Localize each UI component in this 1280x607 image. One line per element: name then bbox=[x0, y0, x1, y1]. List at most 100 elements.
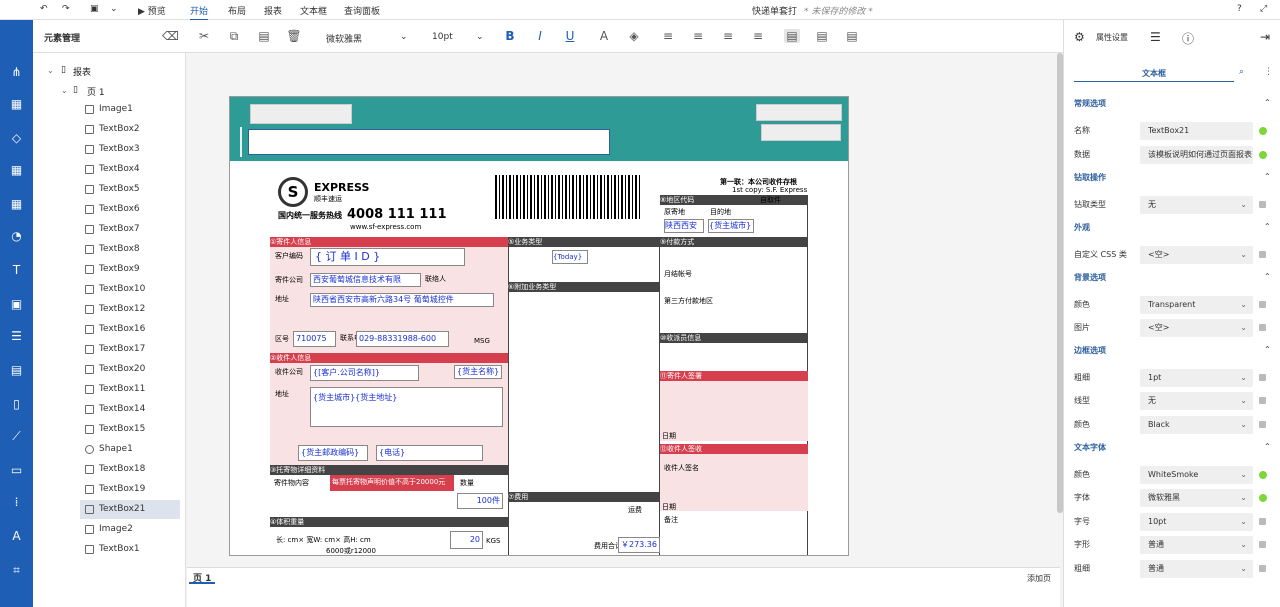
header-slogan-box[interactable] bbox=[761, 124, 841, 141]
field-data_value[interactable]: 该模板说明如何通过页面报表 bbox=[1140, 146, 1253, 164]
chevron-down-icon[interactable]: ⌄ bbox=[476, 32, 484, 42]
line-chart-icon[interactable]: ⟋ bbox=[8, 428, 25, 445]
chevron-down-icon[interactable]: ⌄ bbox=[47, 66, 54, 75]
sender-tel-field[interactable]: 029-88331988-600 bbox=[356, 331, 449, 347]
tree-item-textbox19[interactable]: TextBox19 bbox=[85, 484, 145, 494]
components-icon[interactable]: ▦ bbox=[8, 96, 25, 113]
search-icon[interactable]: ⌕ bbox=[1239, 67, 1244, 77]
binding-indicator-icon[interactable] bbox=[1259, 397, 1266, 404]
document-icon[interactable]: ▯ bbox=[8, 396, 25, 413]
field-border_width_value[interactable]: 1pt ⌄ bbox=[1140, 369, 1253, 387]
selected-textbox-21[interactable] bbox=[248, 129, 610, 155]
tree-item-textbox21[interactable]: TextBox21 bbox=[85, 504, 145, 514]
align-justify-icon[interactable]: ≡ bbox=[750, 29, 766, 43]
richtext-icon[interactable]: A bbox=[8, 528, 25, 545]
binding-indicator-icon[interactable] bbox=[1259, 374, 1266, 381]
align-left-icon[interactable]: ≡ bbox=[660, 29, 676, 43]
collapse-chevron-icon[interactable]: ⌃ bbox=[1264, 98, 1271, 107]
chevron-down-icon[interactable]: ⌄ bbox=[1240, 296, 1247, 314]
tree-item-textbox8[interactable]: TextBox8 bbox=[85, 244, 140, 254]
tree-item-textbox3[interactable]: TextBox3 bbox=[85, 144, 140, 154]
undo-icon[interactable]: ↶ bbox=[40, 4, 48, 14]
tree-item-textbox18[interactable]: TextBox18 bbox=[85, 464, 145, 474]
chevron-down-icon[interactable]: ⌄ bbox=[1240, 392, 1247, 410]
binding-indicator-icon[interactable] bbox=[1259, 518, 1266, 525]
binding-indicator-icon[interactable] bbox=[1259, 471, 1267, 479]
field-border_color_value[interactable]: Black ⌄ bbox=[1140, 416, 1253, 434]
properties-tab[interactable]: 属性设置 bbox=[1096, 32, 1128, 43]
field-font_weight_value[interactable]: 普通 ⌄ bbox=[1140, 560, 1253, 578]
info-icon[interactable]: ⓘ bbox=[1182, 30, 1194, 47]
field-font_style_value[interactable]: 普通 ⌄ bbox=[1140, 536, 1253, 554]
field-font_family_value[interactable]: 微软雅黑 ⌄ bbox=[1140, 489, 1253, 507]
add-page-button[interactable]: 添加页 bbox=[1027, 573, 1051, 584]
chevron-down-icon[interactable]: ⌄ bbox=[110, 4, 118, 14]
chart-pie-icon[interactable]: ◔ bbox=[8, 228, 25, 245]
fill-color-icon[interactable]: ◈ bbox=[626, 29, 642, 43]
layers-icon[interactable]: ◇ bbox=[8, 130, 25, 147]
delete-icon[interactable]: 🗑 bbox=[286, 29, 302, 43]
recv-area-field[interactable]: {货主邮政编码} bbox=[298, 445, 368, 461]
hierarchy-icon[interactable]: ⋔ bbox=[8, 64, 25, 81]
chevron-down-icon[interactable]: ⌄ bbox=[1240, 466, 1247, 484]
tree-item-image2[interactable]: Image2 bbox=[85, 524, 133, 534]
field-name_value[interactable]: TextBox21 bbox=[1140, 122, 1253, 140]
tree-item-textbox16[interactable]: TextBox16 bbox=[85, 324, 145, 334]
tree-item-textbox4[interactable]: TextBox4 bbox=[85, 164, 140, 174]
chevron-down-icon[interactable]: ⌄ bbox=[1240, 319, 1247, 337]
tab-textbox[interactable]: 文本框 bbox=[300, 4, 327, 17]
recv-company-field[interactable]: {[客户.公司名称]} bbox=[310, 365, 419, 381]
valign-bottom-icon[interactable]: ▤ bbox=[844, 29, 860, 43]
font-family-select[interactable]: 微软雅黑 bbox=[326, 32, 362, 45]
tree-item-textbox1[interactable]: TextBox1 bbox=[85, 544, 140, 554]
binding-indicator-icon[interactable] bbox=[1259, 565, 1266, 572]
binding-indicator-icon[interactable] bbox=[1259, 301, 1266, 308]
tree-item-image1[interactable]: Image1 bbox=[85, 104, 133, 114]
total-field[interactable]: ￥273.36 bbox=[618, 537, 660, 553]
chevron-down-icon[interactable]: ⌄ bbox=[1240, 416, 1247, 434]
chevron-down-icon[interactable]: ⌄ bbox=[1240, 489, 1247, 507]
tab-report[interactable]: 报表 bbox=[264, 4, 282, 17]
qty-field[interactable]: 100件 bbox=[457, 493, 503, 509]
align-center-icon[interactable]: ≡ bbox=[690, 29, 706, 43]
date-field[interactable]: {Today} bbox=[552, 250, 588, 264]
chevron-down-icon[interactable]: ⌄ bbox=[1240, 513, 1247, 531]
italic-icon[interactable]: I bbox=[532, 29, 548, 43]
underline-icon[interactable]: U bbox=[562, 29, 578, 43]
fullscreen-icon[interactable]: ⤢ bbox=[1260, 4, 1267, 14]
copy-icon[interactable]: ⧉ bbox=[226, 29, 242, 44]
header-textbox[interactable] bbox=[250, 104, 352, 124]
tree-item-textbox12[interactable]: TextBox12 bbox=[85, 304, 145, 314]
collapse-chevron-icon[interactable]: ⌃ bbox=[1264, 222, 1271, 231]
tab-layout[interactable]: 布局 bbox=[228, 4, 246, 17]
binding-indicator-icon[interactable] bbox=[1259, 421, 1266, 428]
binding-indicator-icon[interactable] bbox=[1259, 541, 1266, 548]
grid-view-icon[interactable]: ⋮ bbox=[1264, 67, 1273, 77]
tree-item-textbox7[interactable]: TextBox7 bbox=[85, 224, 140, 234]
grid-icon[interactable]: ▦ bbox=[8, 196, 25, 213]
tree-item-textbox9[interactable]: TextBox9 bbox=[85, 264, 140, 274]
bold-icon[interactable]: B bbox=[502, 29, 518, 43]
chevron-down-icon[interactable]: ⌄ bbox=[1240, 246, 1247, 264]
textbox-icon[interactable]: T bbox=[8, 262, 25, 279]
gear-icon[interactable]: ⚙ bbox=[1074, 30, 1085, 44]
tree-item-textbox11[interactable]: TextBox11 bbox=[85, 384, 145, 394]
barcode-icon[interactable]: ⁞ bbox=[8, 494, 25, 511]
recv-tel-field[interactable]: {电话} bbox=[376, 445, 483, 461]
binding-indicator-icon[interactable] bbox=[1259, 494, 1267, 502]
valign-middle-icon[interactable]: ▤ bbox=[814, 29, 830, 43]
tablix-icon[interactable]: ▤ bbox=[8, 362, 25, 379]
valign-top-icon[interactable]: ▤ bbox=[784, 29, 800, 43]
sender-area-field[interactable]: 710075 bbox=[293, 331, 336, 347]
binding-indicator-icon[interactable] bbox=[1259, 324, 1266, 331]
field-drill_type_value[interactable]: 无 ⌄ bbox=[1140, 196, 1253, 214]
collapse-chevron-icon[interactable]: ⌃ bbox=[1264, 442, 1271, 451]
collapse-chevron-icon[interactable]: ⌃ bbox=[1264, 172, 1271, 181]
dest-field[interactable]: {货主城市} bbox=[708, 219, 754, 233]
tree-item-textbox20[interactable]: TextBox20 bbox=[85, 364, 145, 374]
tab-start[interactable]: 开始 bbox=[190, 4, 209, 21]
tab-query-panel[interactable]: 查询面板 bbox=[344, 4, 380, 17]
origin-field[interactable]: 陕西西安 bbox=[664, 219, 704, 233]
input-icon[interactable]: ▭ bbox=[8, 462, 25, 479]
scan-icon[interactable]: ⌗ bbox=[8, 562, 25, 579]
